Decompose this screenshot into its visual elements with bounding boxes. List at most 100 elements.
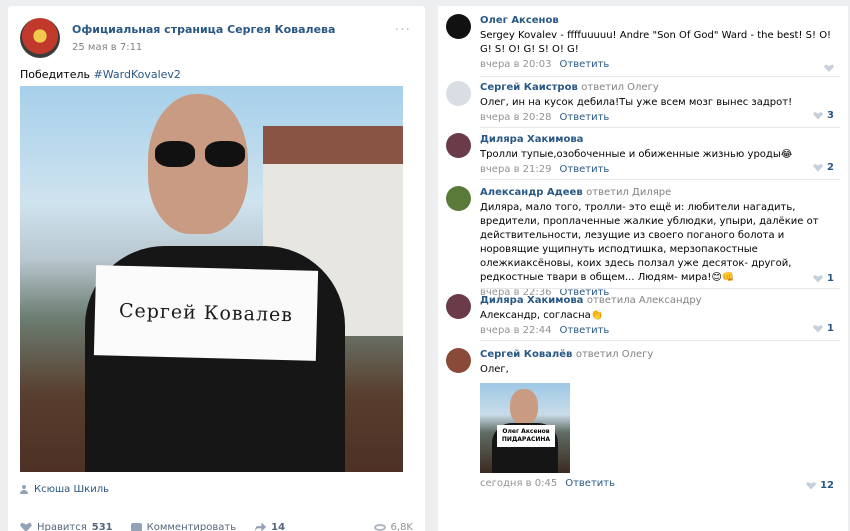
attachment-sign-line2: ПИДАРАСИНА: [501, 436, 551, 443]
heart-icon: [813, 324, 824, 333]
reply-button[interactable]: Ответить: [560, 59, 610, 70]
comment-avatar[interactable]: [446, 14, 471, 39]
comment-author[interactable]: Александр Адеев ответил Диляре: [480, 186, 840, 200]
comment-text: Sergey Kovalev - ffffuuuuu! Andre "Son O…: [480, 30, 832, 55]
comment-author[interactable]: Сергей Ковалёв ответил Олегу: [480, 348, 840, 362]
comment-avatar[interactable]: [446, 133, 471, 158]
comment-item: Диляра Хакимова ответила Александру Алек…: [446, 294, 840, 336]
comment-avatar[interactable]: [446, 81, 471, 106]
post-photo[interactable]: Сергей Ковалев: [20, 86, 403, 472]
reply-button[interactable]: Ответить: [560, 325, 610, 336]
like-button[interactable]: Нравится 531: [20, 522, 113, 531]
reply-button[interactable]: Ответить: [560, 112, 610, 123]
like-count: 531: [91, 521, 113, 531]
comment-author-name[interactable]: Сергей Каистров: [480, 82, 578, 93]
comment-text: Александр, согласна👏: [480, 310, 604, 321]
comment-author-name[interactable]: Александр Адеев: [480, 187, 583, 198]
share-button[interactable]: 14: [254, 522, 285, 531]
comment-avatar[interactable]: [446, 348, 471, 373]
page-avatar[interactable]: [20, 18, 60, 58]
comment-like-button[interactable]: [824, 64, 834, 72]
comment-meta: сегодня в 0:45 Ответить: [480, 477, 840, 491]
eye-icon: [373, 523, 386, 531]
comment-icon: [130, 522, 142, 531]
comment-like-count: 12: [820, 480, 834, 491]
heart-icon: [813, 163, 824, 172]
comment-like-button[interactable]: 3: [813, 110, 834, 121]
comment-button[interactable]: Комментировать: [130, 521, 237, 531]
comment-author[interactable]: Диляра Хакимова: [480, 133, 840, 147]
comment-author-name[interactable]: Диляра Хакимова: [480, 134, 583, 145]
comment-time[interactable]: сегодня в 0:45: [480, 478, 557, 489]
heart-icon: [813, 274, 824, 283]
comment-time[interactable]: вчера в 22:44: [480, 325, 552, 336]
comment-reply-to: ответил Диляре: [586, 187, 672, 198]
like-label: Нравится: [37, 521, 87, 531]
comment-reply-to: ответил Олегу: [581, 82, 659, 93]
comment-avatar[interactable]: [446, 186, 471, 211]
attachment-sign: Олег Аксенов ПИДАРАСИНА: [497, 425, 555, 447]
comment-meta: вчера в 22:44 Ответить: [480, 324, 840, 338]
comment-reply-to: ответила Александру: [586, 295, 702, 306]
comment-author[interactable]: Олег Аксенов: [480, 14, 840, 28]
attachment-sign-line1: Олег Аксенов: [502, 428, 550, 435]
hashtag-link[interactable]: #WardKovalev2: [94, 68, 181, 81]
divider: [480, 76, 840, 77]
comment-author-name[interactable]: Сергей Ковалёв: [480, 349, 572, 360]
reply-button[interactable]: Ответить: [560, 164, 610, 175]
post-author[interactable]: Ксюша Шкиль: [20, 484, 109, 495]
person-icon: [20, 485, 28, 494]
views-count: 6,8K: [390, 521, 413, 531]
comment-item: Олег Аксенов Sergey Kovalev - ffffuuuuu!…: [446, 14, 840, 72]
comment-label: Комментировать: [146, 521, 237, 531]
comment-time[interactable]: вчера в 20:03: [480, 59, 552, 70]
comment-text: Олег,: [480, 364, 509, 375]
photo-sunglasses: [155, 141, 245, 169]
comment-like-count: 1: [827, 273, 834, 284]
comment-like-button[interactable]: 12: [806, 480, 834, 491]
comment-text: Олег, ин на кусок дебила!Ты уже всем моз…: [480, 97, 793, 108]
comment-author[interactable]: Диляра Хакимова ответила Александру: [480, 294, 840, 308]
comment-like-count: 2: [827, 162, 834, 173]
heart-icon: [806, 481, 817, 490]
comments-panel: Олег Аксенов Sergey Kovalev - ffffuuuuu!…: [438, 6, 848, 531]
post-actions: Нравится 531 Комментировать 14 6,8K: [20, 520, 413, 531]
comment-like-button[interactable]: 1: [813, 273, 834, 284]
share-count: 14: [271, 521, 286, 531]
page-name-link[interactable]: Официальная страница Сергея Ковалева: [72, 23, 335, 36]
reply-button[interactable]: Ответить: [565, 478, 615, 489]
comment-like-count: 1: [827, 323, 834, 334]
post-author-name[interactable]: Ксюша Шкиль: [34, 484, 109, 495]
heart-icon: [824, 64, 834, 72]
comment-item: Сергей Каистров ответил Олегу Олег, ин н…: [446, 81, 840, 123]
comment-time[interactable]: вчера в 20:28: [480, 112, 552, 123]
comment-avatar[interactable]: [446, 294, 471, 319]
divider: [480, 127, 840, 128]
comment-item: Сергей Ковалёв ответил Олегу Олег, Олег …: [446, 348, 840, 491]
comment-time[interactable]: вчера в 21:29: [480, 164, 552, 175]
heart-icon: [20, 522, 32, 531]
divider: [480, 340, 840, 341]
more-options-icon[interactable]: ···: [395, 22, 411, 38]
views-counter: 6,8K: [373, 521, 413, 531]
heart-icon: [813, 111, 824, 120]
comment-item: Александр Адеев ответил Диляре Диляра, м…: [446, 186, 840, 298]
comment-like-button[interactable]: 2: [813, 162, 834, 173]
comment-meta: вчера в 20:03 Ответить: [480, 58, 840, 72]
share-icon: [254, 522, 267, 531]
wall-post: Официальная страница Сергея Ковалева 25 …: [8, 6, 425, 531]
comment-like-count: 3: [827, 110, 834, 121]
post-date[interactable]: 25 мая в 7:11: [72, 42, 142, 53]
comment-like-button[interactable]: 1: [813, 323, 834, 334]
photo-sign: Сергей Ковалев: [93, 265, 319, 361]
comment-author[interactable]: Сергей Каистров ответил Олегу: [480, 81, 840, 95]
divider: [480, 288, 840, 289]
comment-attachment-photo[interactable]: Олег Аксенов ПИДАРАСИНА: [480, 383, 570, 473]
post-text: Победитель #WardKovalev2: [20, 68, 181, 81]
divider: [480, 179, 840, 180]
comment-author-name[interactable]: Диляра Хакимова: [480, 295, 583, 306]
comment-author-name[interactable]: Олег Аксенов: [480, 15, 559, 26]
comment-meta: вчера в 21:29 Ответить: [480, 163, 840, 177]
attachment-head: [510, 389, 538, 425]
post-header: Официальная страница Сергея Ковалева 25 …: [20, 18, 415, 58]
